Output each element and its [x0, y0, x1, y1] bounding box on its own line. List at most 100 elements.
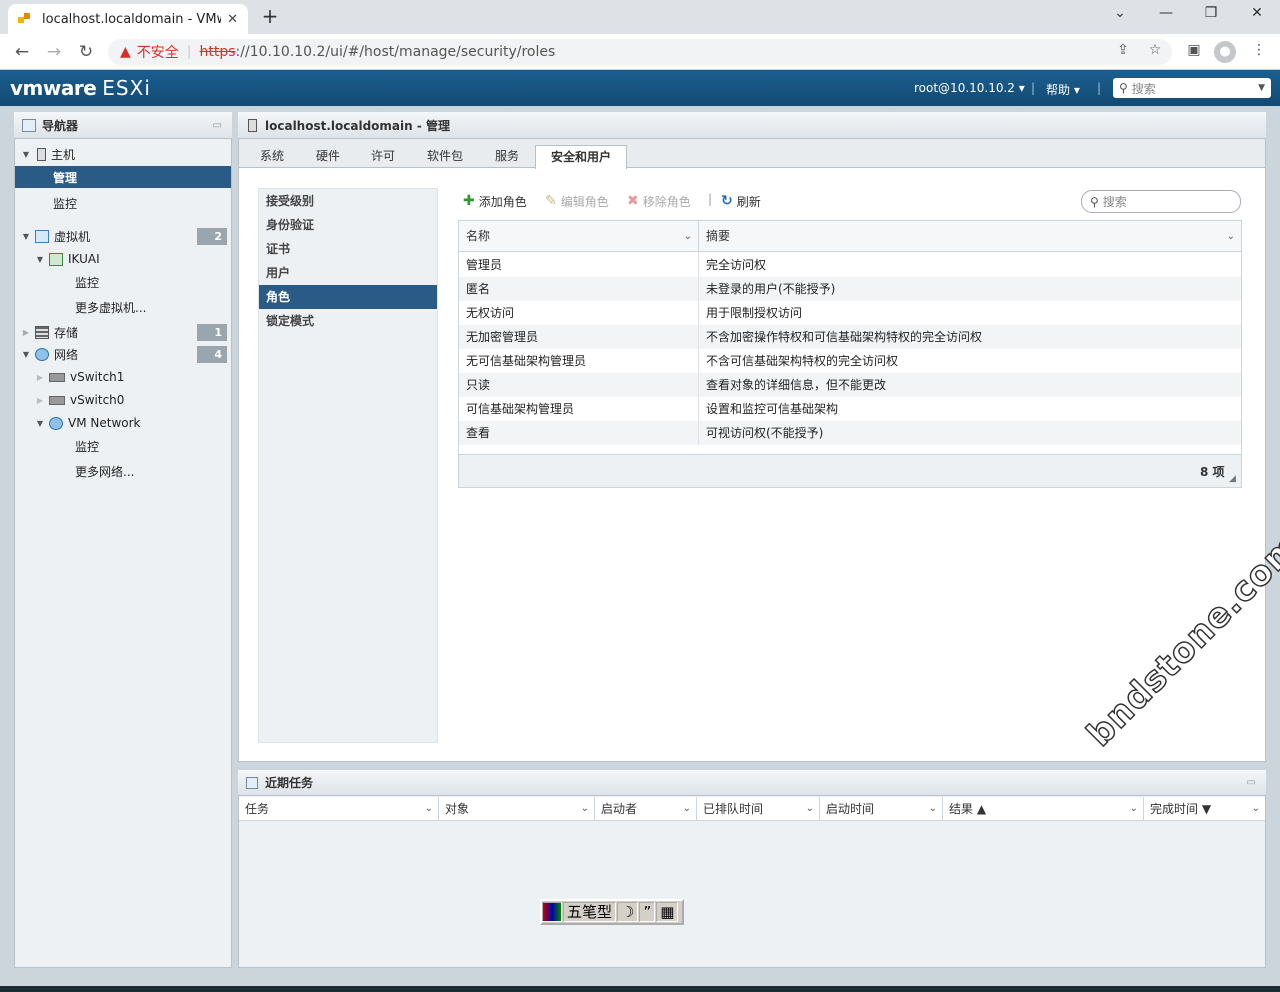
share-icon[interactable]: ⇪	[1112, 42, 1134, 62]
chevron-down-icon[interactable]: ⌄	[683, 797, 691, 821]
expand-triangle-icon[interactable]: ▼	[35, 419, 45, 428]
tasks-col-result[interactable]: 结果 ▲ ⌄	[943, 797, 1144, 821]
bookmark-star-icon[interactable]: ☆	[1144, 42, 1166, 62]
nav-label: 监控	[53, 196, 78, 211]
menu-kebab-icon[interactable]: ⋮	[1248, 42, 1270, 62]
close-window-icon[interactable]: ✕	[1243, 5, 1271, 25]
chevron-down-icon[interactable]: ⌄	[806, 797, 814, 821]
tab-security-users[interactable]: 安全和用户	[535, 145, 627, 169]
subnav-lockdown-mode[interactable]: 锁定模式	[259, 309, 437, 333]
table-row[interactable]: 查看 可视访问权(不能授予)	[459, 421, 1241, 445]
nav-host-monitor[interactable]: 监控	[15, 192, 231, 214]
table-row[interactable]: 无权访问 用于限制授权访问	[459, 301, 1241, 325]
ime-toolbar[interactable]: 五笔型 ☽ ” ▦	[540, 899, 684, 925]
help-menu[interactable]: 帮助 ▾	[1046, 81, 1080, 98]
nav-vm-monitor[interactable]: 监控	[15, 271, 231, 293]
table-row[interactable]: 可信基础架构管理员 设置和监控可信基础架构	[459, 397, 1241, 421]
collapse-icon[interactable]: ▭	[1247, 777, 1256, 788]
subnav-acceptance-level[interactable]: 接受级别	[259, 189, 437, 213]
security-status[interactable]: 不安全	[137, 42, 179, 62]
nav-vswitch1[interactable]: ▶ vSwitch1	[15, 366, 231, 388]
nav-more-vms[interactable]: 更多虚拟机...	[15, 296, 231, 318]
chevron-down-icon[interactable]: ⌄	[684, 221, 692, 252]
ime-moon-icon[interactable]: ☽	[617, 902, 639, 922]
expand-triangle-icon[interactable]: ▶	[21, 328, 31, 337]
close-tab-icon[interactable]: ✕	[227, 12, 238, 27]
nav-vm-ikuai[interactable]: ▼ IKUAI	[15, 248, 231, 270]
resize-handle-icon[interactable]: ◢	[1229, 474, 1236, 484]
nav-vms[interactable]: ▼ 虚拟机 2	[15, 225, 231, 247]
column-label: 名称	[466, 229, 491, 243]
sidepanel-icon[interactable]: ▣	[1183, 42, 1205, 62]
tasks-col-target[interactable]: 对象 ⌄	[439, 797, 595, 821]
vmware-esxi-logo: vmware ESXi	[10, 76, 151, 100]
back-icon[interactable]: ←	[10, 41, 34, 63]
global-search-input[interactable]: ⚲ 搜索 ▼	[1113, 78, 1271, 98]
expand-triangle-icon[interactable]: ▼	[35, 255, 45, 264]
tasks-col-queued[interactable]: 已排队时间 ⌄	[697, 797, 820, 821]
profile-avatar-icon[interactable]: ●	[1214, 41, 1236, 63]
nav-network[interactable]: ▼ 网络 4	[15, 343, 231, 365]
tab-search-icon[interactable]: ⌄	[1106, 5, 1134, 25]
expand-triangle-icon[interactable]: ▶	[35, 373, 45, 382]
tab-packages[interactable]: 软件包	[418, 145, 472, 168]
restore-icon[interactable]: ❐	[1197, 5, 1225, 25]
subnav-certificates[interactable]: 证书	[259, 237, 437, 261]
add-role-button[interactable]: ✚ 添加角色	[463, 192, 527, 210]
forward-icon[interactable]: →	[42, 41, 66, 63]
roles-search-input[interactable]: ⚲ 搜索	[1081, 190, 1241, 213]
table-row[interactable]: 无加密管理员 不含加密操作特权和可信基础架构特权的完全访问权	[459, 325, 1241, 349]
url-bar[interactable]: ▲ 不安全 | https ://10.10.10.2/ui/#/host/ma…	[108, 39, 1172, 65]
nav-vswitch0[interactable]: ▶ vSwitch0	[15, 389, 231, 411]
tasks-col-initiator[interactable]: 启动者 ⌄	[595, 797, 697, 821]
ime-mode-label[interactable]: 五笔型	[563, 902, 617, 922]
column-name-header[interactable]: 名称 ⌄	[459, 221, 699, 252]
chevron-down-icon[interactable]: ⌄	[425, 797, 433, 821]
chevron-down-icon[interactable]: ⌄	[929, 797, 937, 821]
chevron-down-icon[interactable]: ⌄	[1252, 797, 1260, 821]
tab-licensing[interactable]: 许可	[361, 145, 405, 168]
nav-storage[interactable]: ▶ 存储 1	[15, 321, 231, 343]
table-row[interactable]: 匿名 未登录的用户(不能授予)	[459, 277, 1241, 301]
chevron-down-icon[interactable]: ⌄	[1227, 221, 1235, 252]
column-label: 已排队时间	[703, 802, 764, 816]
expand-triangle-icon[interactable]: ▼	[21, 150, 31, 159]
minimize-icon[interactable]: —	[1152, 5, 1180, 25]
nav-network-monitor[interactable]: 监控	[15, 435, 231, 457]
user-menu[interactable]: root@10.10.10.2 ▾	[914, 81, 1025, 95]
ime-keyboard-icon[interactable]: ▦	[656, 902, 679, 922]
refresh-button[interactable]: ↻ 刷新	[721, 192, 761, 210]
nav-host-manage[interactable]: 管理	[15, 166, 231, 188]
table-row[interactable]: 管理员 完全访问权	[459, 253, 1241, 277]
nav-more-networks[interactable]: 更多网络...	[15, 460, 231, 482]
table-row[interactable]: 无可信基础架构管理员 不含可信基础架构特权的完全访问权	[459, 349, 1241, 373]
tab-hardware[interactable]: 硬件	[306, 145, 350, 168]
grid-footer	[459, 454, 1241, 487]
nav-vm-network[interactable]: ▼ VM Network	[15, 412, 231, 434]
browser-tab[interactable]: localhost.localdomain - VMwa ✕	[8, 4, 248, 34]
ime-punct-icon[interactable]: ”	[639, 902, 656, 922]
tasks-col-started[interactable]: 启动时间 ⌄	[820, 797, 943, 821]
ime-logo-icon[interactable]	[542, 902, 562, 922]
chevron-down-icon[interactable]: ▼	[1258, 83, 1265, 93]
subnav-users[interactable]: 用户	[259, 261, 437, 285]
subnav-roles[interactable]: 角色	[259, 285, 437, 309]
collapse-icon[interactable]: ▭	[213, 120, 222, 131]
tab-system[interactable]: 系统	[250, 145, 294, 168]
reload-icon[interactable]: ↻	[74, 41, 98, 63]
table-row[interactable]: 只读 查看对象的详细信息，但不能更改	[459, 373, 1241, 397]
edit-role-button[interactable]: ✎ 编辑角色	[545, 192, 609, 210]
tasks-col-task[interactable]: 任务 ⌄	[239, 797, 439, 821]
tab-services[interactable]: 服务	[485, 145, 529, 168]
chevron-down-icon[interactable]: ⌄	[1130, 797, 1138, 821]
nav-host[interactable]: ▼ 主机	[15, 143, 231, 165]
expand-triangle-icon[interactable]: ▼	[21, 232, 31, 241]
column-summary-header[interactable]: 摘要 ⌄	[699, 221, 1241, 252]
subnav-authentication[interactable]: 身份验证	[259, 213, 437, 237]
new-tab-button[interactable]: +	[258, 5, 282, 29]
tasks-col-completed[interactable]: 完成时间 ▼ ⌄	[1144, 797, 1265, 821]
expand-triangle-icon[interactable]: ▶	[35, 396, 45, 405]
chevron-down-icon[interactable]: ⌄	[581, 797, 589, 821]
remove-role-button[interactable]: ✖ 移除角色	[627, 192, 691, 210]
expand-triangle-icon[interactable]: ▼	[21, 350, 31, 359]
